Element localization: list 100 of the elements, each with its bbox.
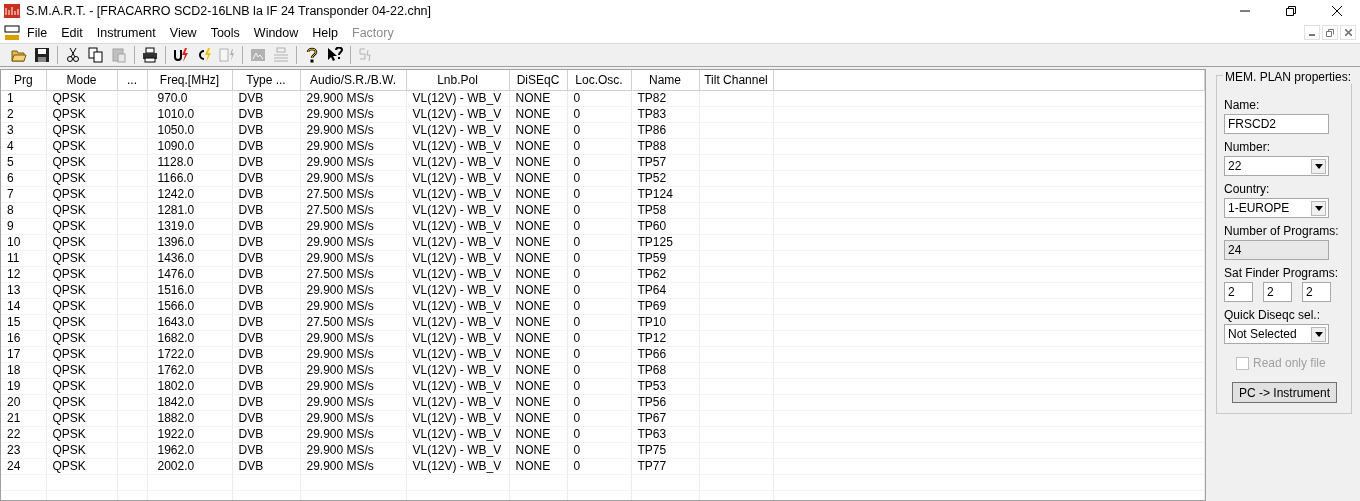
column-header[interactable]: Name — [631, 70, 699, 90]
table-cell: 29.900 MS/s — [300, 394, 406, 410]
column-header[interactable]: DiSEqC — [509, 70, 567, 90]
table-cell: 1762.0 — [147, 362, 232, 378]
column-header[interactable]: Mode — [46, 70, 117, 90]
table-cell: 0 — [567, 170, 631, 186]
table-cell: NONE — [509, 282, 567, 298]
table-cell: 29.900 MS/s — [300, 410, 406, 426]
table-cell: TP52 — [631, 170, 699, 186]
column-header[interactable]: Prg — [1, 70, 46, 90]
column-header[interactable]: ... — [117, 70, 147, 90]
printer-icon — [142, 47, 158, 63]
number-field[interactable]: 2 — [1302, 282, 1331, 302]
menu-item[interactable]: View — [162, 25, 204, 40]
table-cell: 12 — [1, 266, 46, 282]
table-cell: 1 — [1, 90, 46, 106]
table-cell: QPSK — [46, 330, 117, 346]
child-minimize-button[interactable] — [1304, 25, 1320, 40]
column-header[interactable]: Loc.Osc. — [567, 70, 631, 90]
menu-item[interactable]: Window — [246, 25, 306, 40]
column-header[interactable]: Lnb.Pol — [406, 70, 509, 90]
column-header[interactable]: Audio/S.R./B.W. — [300, 70, 406, 90]
table-cell: VL(12V) - WB_V — [406, 106, 509, 122]
table-cell: QPSK — [46, 394, 117, 410]
table-cell: 20 — [1, 394, 46, 410]
table-cell: 29.900 MS/s — [300, 458, 406, 474]
table-cell: QPSK — [46, 442, 117, 458]
table-cell: DVB — [232, 298, 300, 314]
table-cell: 29.900 MS/s — [300, 346, 406, 362]
menu-item[interactable]: Edit — [54, 25, 90, 40]
column-header[interactable]: Tilt Channel — [699, 70, 773, 90]
table-cell: 19 — [1, 378, 46, 394]
table-cell: 29.900 MS/s — [300, 170, 406, 186]
table-cell: 29.900 MS/s — [300, 250, 406, 266]
document-bolt-icon — [219, 47, 235, 63]
table-cell: NONE — [509, 122, 567, 138]
table-cell: QPSK — [46, 426, 117, 442]
table-cell: VL(12V) - WB_V — [406, 186, 509, 202]
menu-item[interactable]: Help — [305, 25, 345, 40]
menu-item[interactable]: Tools — [203, 25, 247, 40]
table-cell: VL(12V) - WB_V — [406, 442, 509, 458]
table-cell: NONE — [509, 218, 567, 234]
table-cell: 16 — [1, 330, 46, 346]
table-cell: 1682.0 — [147, 330, 232, 346]
table-cell: TP56 — [631, 394, 699, 410]
table-cell: 0 — [567, 442, 631, 458]
table-cell: DVB — [232, 250, 300, 266]
table-cell: 15 — [1, 314, 46, 330]
table-cell: 9 — [1, 218, 46, 234]
help-icon — [304, 47, 320, 63]
table-cell: 14 — [1, 298, 46, 314]
table-cell: 0 — [567, 426, 631, 442]
pointer-help-icon — [327, 47, 343, 63]
table-cell: TP86 — [631, 122, 699, 138]
table-cell: QPSK — [46, 186, 117, 202]
table-cell: 1050.0 — [147, 122, 232, 138]
dropdown[interactable]: Not Selected — [1224, 324, 1329, 344]
table-cell: 0 — [567, 330, 631, 346]
child-close-button[interactable] — [1340, 25, 1356, 40]
table-cell: DVB — [232, 362, 300, 378]
table-cell: NONE — [509, 138, 567, 154]
column-header[interactable]: Type ... — [232, 70, 300, 90]
table-cell: 1842.0 — [147, 394, 232, 410]
chart-icon — [250, 47, 266, 63]
table-cell: NONE — [509, 330, 567, 346]
table-cell: 0 — [567, 298, 631, 314]
number-field[interactable]: 2 — [1263, 282, 1292, 302]
table-cell: DVB — [232, 346, 300, 362]
dropdown[interactable]: 22 — [1224, 156, 1329, 176]
table-cell: NONE — [509, 250, 567, 266]
table-cell: TP64 — [631, 282, 699, 298]
table-cell: NONE — [509, 298, 567, 314]
table-cell: 27.500 MS/s — [300, 314, 406, 330]
name-field[interactable]: FRSCD2 — [1224, 114, 1329, 134]
table-cell: VL(12V) - WB_V — [406, 378, 509, 394]
field-label: Sat Finder Programs: — [1224, 266, 1340, 280]
menu-item[interactable]: Instrument — [89, 25, 163, 40]
pc-to-instrument-button[interactable]: PC -> Instrument — [1232, 382, 1337, 403]
open-folder-icon — [11, 47, 27, 63]
table-cell: DVB — [232, 426, 300, 442]
table-cell: DVB — [232, 202, 300, 218]
table-cell: 1396.0 — [147, 234, 232, 250]
menu-item[interactable]: File — [20, 25, 55, 40]
column-header[interactable]: Freq.[MHz] — [147, 70, 232, 90]
child-restore-button[interactable] — [1322, 25, 1338, 40]
table-cell: DVB — [232, 330, 300, 346]
table-cell: QPSK — [46, 90, 117, 106]
dropdown[interactable]: 1-EUROPE — [1224, 198, 1329, 218]
table-cell: QPSK — [46, 378, 117, 394]
table-cell: 1962.0 — [147, 442, 232, 458]
c-bolt-icon — [196, 47, 212, 63]
number-field[interactable]: 2 — [1224, 282, 1253, 302]
table-cell: 1242.0 — [147, 186, 232, 202]
table-cell: DVB — [232, 314, 300, 330]
table-cell: 1476.0 — [147, 266, 232, 282]
table-cell: 2 — [1, 106, 46, 122]
copy-icon — [88, 47, 104, 63]
table-cell: 0 — [567, 266, 631, 282]
table-cell: 1882.0 — [147, 410, 232, 426]
table-cell: 0 — [567, 202, 631, 218]
